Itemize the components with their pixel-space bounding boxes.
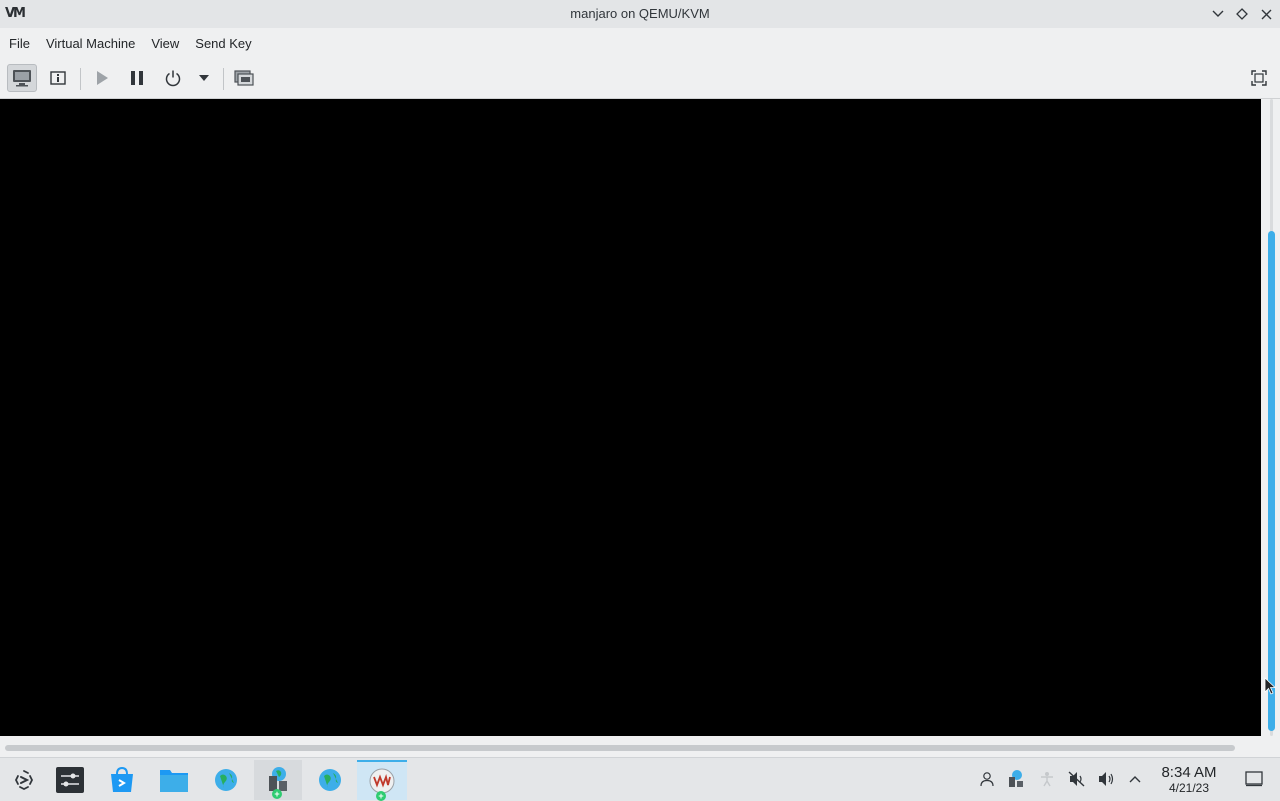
clock-time[interactable]: 8:34 AM bbox=[1154, 764, 1224, 781]
folder-icon bbox=[160, 770, 188, 792]
snapshots-icon bbox=[234, 70, 254, 86]
menu-virtual-machine[interactable]: Virtual Machine bbox=[38, 36, 143, 51]
show-desktop-icon[interactable] bbox=[1243, 768, 1265, 790]
scrollbar-thumb[interactable] bbox=[1268, 231, 1275, 731]
pause-button[interactable] bbox=[122, 64, 152, 92]
window-title: manjaro on QEMU/KVM bbox=[570, 6, 710, 21]
details-view-button[interactable] bbox=[43, 64, 73, 92]
globe-icon bbox=[215, 769, 237, 791]
chevron-down-icon bbox=[1212, 10, 1224, 17]
application-launcher-button[interactable] bbox=[0, 760, 48, 800]
muted-audio-icon[interactable] bbox=[1066, 768, 1088, 790]
close-icon bbox=[1261, 9, 1271, 19]
title-bar: VM manjaro on QEMU/KVM bbox=[0, 0, 1280, 28]
menu-view[interactable]: View bbox=[143, 36, 187, 51]
pause-icon bbox=[131, 71, 143, 85]
settings-icon bbox=[56, 767, 84, 793]
info-icon bbox=[50, 71, 66, 85]
launcher-icon bbox=[14, 770, 34, 791]
vertical-scrollbar[interactable] bbox=[1262, 99, 1280, 736]
file-manager-button[interactable] bbox=[150, 760, 198, 800]
close-button[interactable] bbox=[1257, 5, 1275, 23]
minimize-button[interactable] bbox=[1209, 5, 1227, 23]
discover-icon bbox=[111, 766, 133, 792]
plus-badge-icon: + bbox=[272, 789, 282, 799]
menu-bar: File Virtual Machine View Send Key bbox=[0, 28, 1280, 58]
clock-date[interactable]: 4/21/23 bbox=[1154, 781, 1224, 795]
network-tray-icon[interactable] bbox=[1005, 768, 1027, 790]
play-icon bbox=[97, 71, 108, 85]
fullscreen-button[interactable] bbox=[1244, 64, 1274, 92]
network-globe-button[interactable] bbox=[202, 760, 250, 800]
caret-down-icon bbox=[199, 75, 209, 81]
fullscreen-icon bbox=[1251, 70, 1267, 86]
run-button[interactable] bbox=[86, 64, 116, 92]
tray-expander-chevron-up-icon[interactable] bbox=[1124, 768, 1146, 790]
toolbar bbox=[0, 58, 1280, 99]
monitor-icon bbox=[13, 70, 31, 87]
system-settings-button[interactable] bbox=[46, 760, 94, 800]
snapshots-button[interactable] bbox=[229, 64, 259, 92]
console-view-button[interactable] bbox=[7, 64, 37, 92]
menu-send-key[interactable]: Send Key bbox=[187, 36, 259, 51]
mouse-cursor-icon bbox=[1264, 677, 1276, 695]
scrollbar-thumb[interactable] bbox=[5, 745, 1235, 751]
volume-icon[interactable] bbox=[1096, 768, 1118, 790]
menu-file[interactable]: File bbox=[0, 36, 38, 51]
toolbar-separator bbox=[80, 68, 81, 90]
horizontal-scrollbar[interactable] bbox=[0, 737, 1262, 757]
virt-viewer-task-button[interactable]: + bbox=[357, 760, 407, 801]
network-globe-button-2[interactable] bbox=[306, 760, 354, 800]
toolbar-separator bbox=[223, 68, 224, 90]
diamond-icon bbox=[1236, 8, 1248, 20]
globe-icon bbox=[319, 769, 341, 791]
user-switcher-icon[interactable] bbox=[976, 768, 998, 790]
power-icon bbox=[165, 70, 181, 87]
vm-console-display[interactable] bbox=[0, 99, 1261, 736]
discover-button[interactable] bbox=[98, 760, 146, 800]
virt-manager-task-button[interactable]: + bbox=[254, 760, 302, 800]
maximize-button[interactable] bbox=[1233, 5, 1251, 23]
taskbar: + + 8:34 AM 4/21/23 bbox=[0, 757, 1280, 801]
shutdown-menu-button[interactable] bbox=[190, 64, 218, 92]
shutdown-button[interactable] bbox=[158, 64, 188, 92]
accessibility-tray-icon[interactable] bbox=[1036, 768, 1058, 790]
